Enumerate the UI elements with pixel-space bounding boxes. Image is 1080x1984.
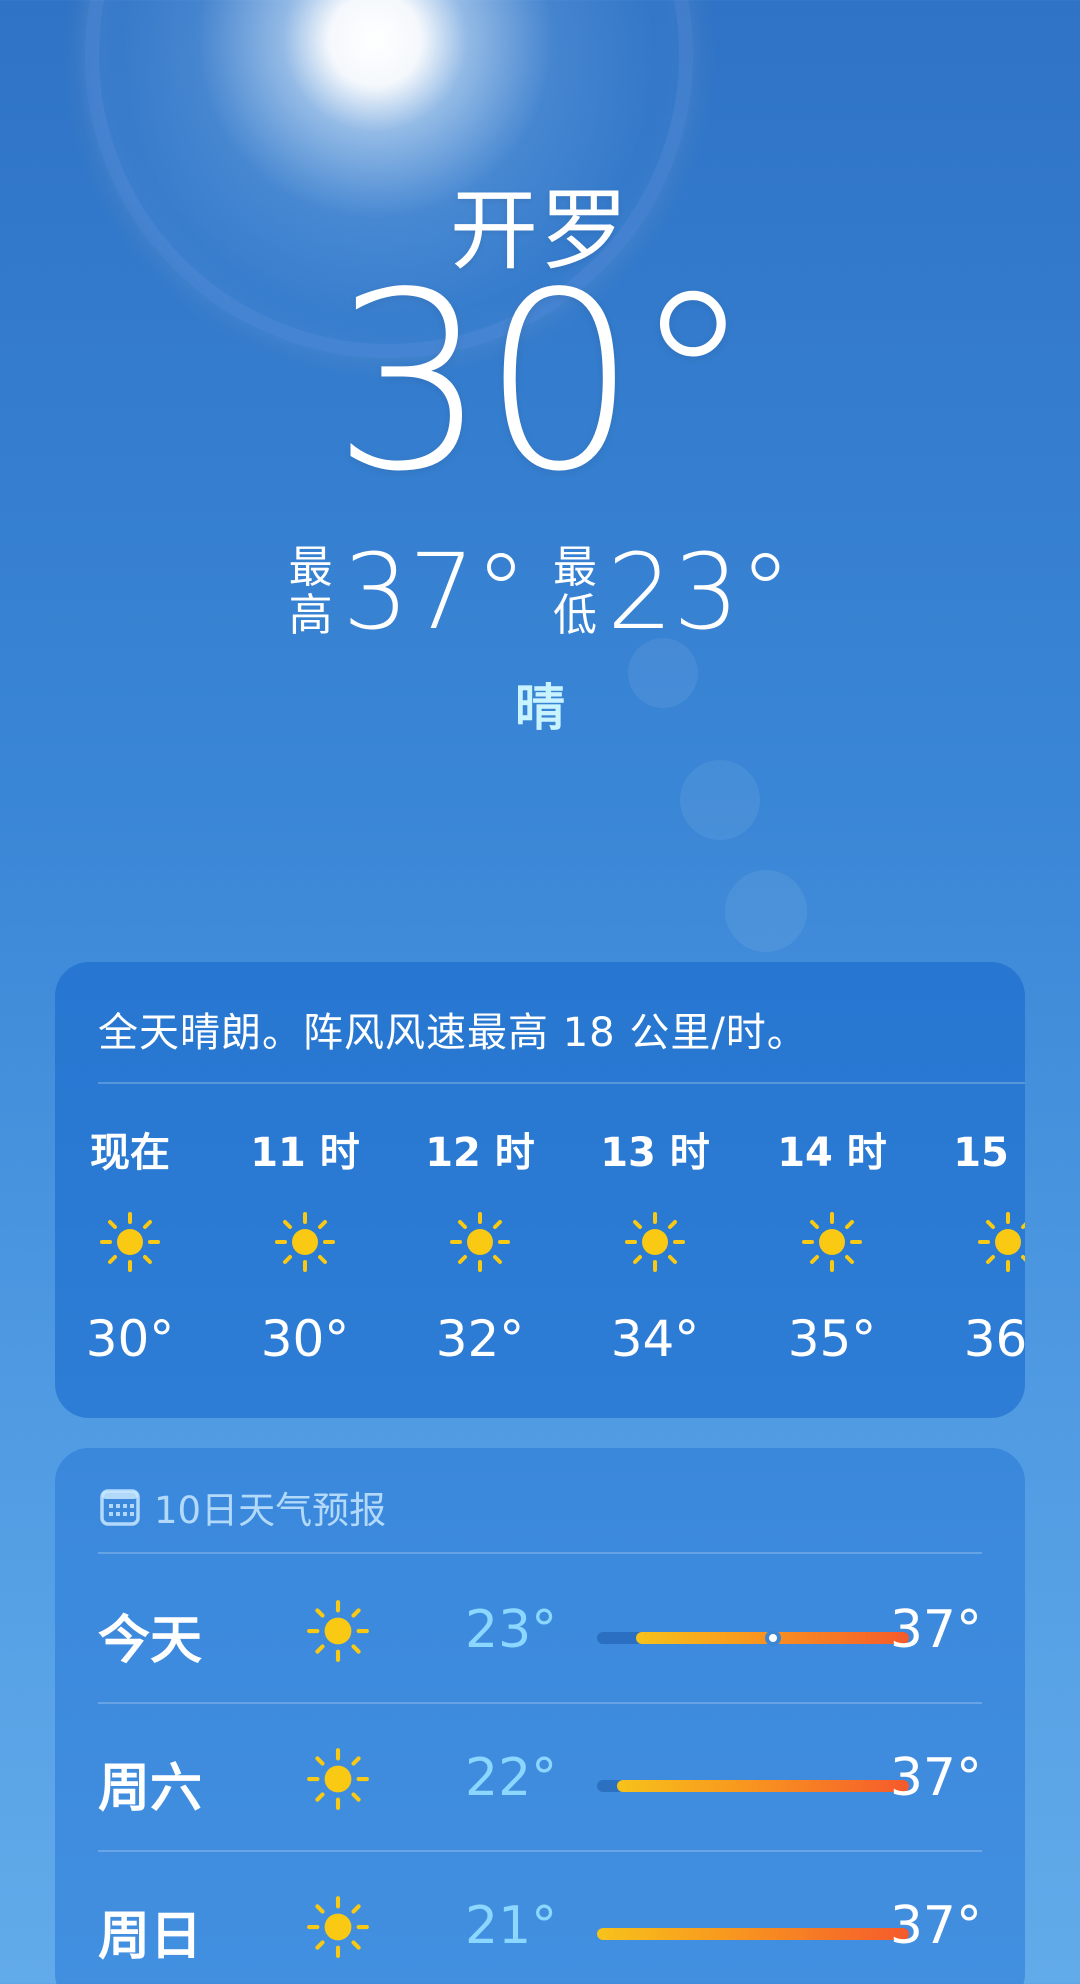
- current-temperature: 30°: [331, 240, 754, 525]
- hour-label: 14 时: [777, 1130, 887, 1176]
- sun-icon: [307, 1600, 369, 1662]
- divider: [98, 1082, 1025, 1084]
- temp-range-track: [597, 1630, 909, 1646]
- low-temperature: 23°: [607, 531, 792, 653]
- day-high-temp: 37°: [889, 1748, 982, 1808]
- hour-label: 11 时: [250, 1130, 360, 1176]
- hour-temperature: 34°: [610, 1310, 700, 1368]
- condition-text: 晴: [515, 679, 565, 737]
- high-temp-group: 最 高 37°: [289, 540, 527, 644]
- hour-label: 13 时: [600, 1130, 710, 1176]
- hour-temperature: 30°: [260, 1310, 350, 1368]
- high-low: 最 高 37° 最 低 23°: [0, 540, 1080, 644]
- sun-icon: [275, 1212, 335, 1272]
- temp-range-track: [597, 1780, 909, 1792]
- sun-icon: [100, 1212, 160, 1272]
- sun-icon: [307, 1748, 369, 1810]
- high-temperature: 37°: [342, 531, 527, 653]
- hourly-scroll[interactable]: 现在 30° 11 时 30° 12 时 32° 13 时 34° 14 时 3…: [55, 1120, 1025, 1418]
- current-temp-dot: [764, 1630, 781, 1646]
- sun-icon: [450, 1212, 510, 1272]
- low-label-char-2: 低: [553, 590, 597, 641]
- day-row[interactable]: 今天 23° 37°: [55, 1554, 1025, 1702]
- day-high-temp: 37°: [889, 1896, 982, 1956]
- temp-range-bar: [597, 1928, 909, 1940]
- temp-range-bar: [616, 1780, 909, 1792]
- day-row[interactable]: 周六 22° 37°: [55, 1702, 1025, 1850]
- sun-icon: [978, 1212, 1025, 1272]
- day-low-temp: 22°: [465, 1748, 558, 1808]
- weather-summary: 全天晴朗。阵风风速最高 18 公里/时。: [98, 1010, 808, 1056]
- high-label-char-2: 高: [288, 590, 333, 641]
- high-label: 最 高: [289, 544, 333, 640]
- day-name: 今天: [98, 1611, 203, 1671]
- sun-icon: [802, 1212, 862, 1272]
- hourly-forecast-card[interactable]: 全天晴朗。阵风风速最高 18 公里/时。 现在 30° 11 时 30° 12 …: [55, 962, 1025, 1418]
- low-temp-group: 最 低 23°: [553, 540, 791, 644]
- day-high-temp: 37°: [889, 1600, 982, 1660]
- low-label: 最 低: [553, 544, 597, 640]
- sun-icon: [307, 1896, 369, 1958]
- lens-flare: [680, 760, 760, 840]
- day-name: 周日: [98, 1907, 203, 1967]
- day-low-temp: 23°: [465, 1600, 558, 1660]
- hour-temperature: 36°: [963, 1310, 1025, 1368]
- hour-label: 现在: [90, 1130, 170, 1176]
- day-name: 周六: [98, 1759, 203, 1819]
- hour-temperature: 30°: [85, 1310, 175, 1368]
- hour-label: 12 时: [425, 1130, 535, 1176]
- day-row[interactable]: 周日 21° 37°: [55, 1850, 1025, 1984]
- low-label-char-1: 最: [553, 542, 597, 593]
- ten-day-forecast-card[interactable]: 10日天气预报 今天 23° 37° 周六 22° 37° 周日 21° 37°: [55, 1448, 1025, 1984]
- calendar-icon: [100, 1489, 140, 1526]
- temp-range-track: [597, 1928, 909, 1940]
- sun-icon: [625, 1212, 685, 1272]
- lens-flare: [725, 870, 807, 952]
- hour-temperature: 35°: [787, 1310, 877, 1368]
- ten-day-header: 10日天气预报: [100, 1480, 386, 1534]
- ten-day-title: 10日天气预报: [154, 1489, 387, 1532]
- hour-label: 15 时: [953, 1130, 1025, 1176]
- high-label-char-1: 最: [288, 542, 333, 593]
- hour-temperature: 32°: [435, 1310, 525, 1368]
- day-low-temp: 21°: [465, 1896, 558, 1956]
